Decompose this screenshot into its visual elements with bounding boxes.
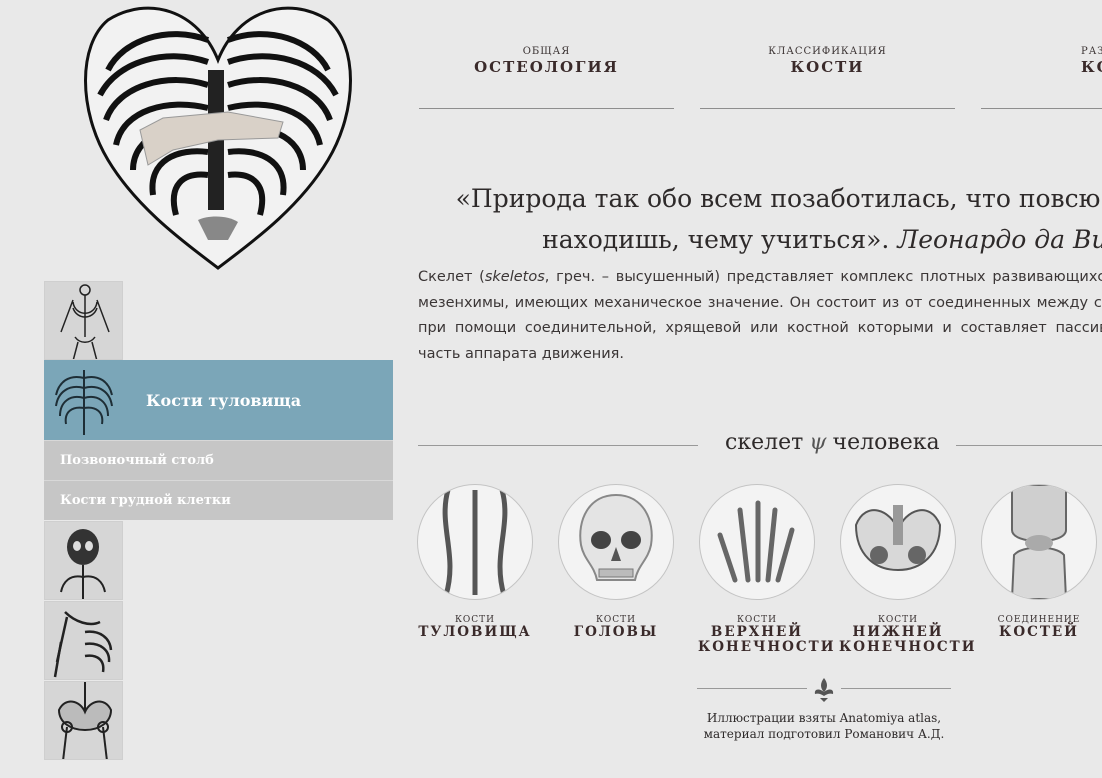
ribcage-icon (55, 370, 113, 435)
section-title: скелет ψ человека (725, 430, 940, 455)
credits-line-2: материал подготовил Романович А.Д. (703, 727, 945, 741)
nav-item-third[interactable]: РАЗ КО (981, 46, 1102, 76)
nav-item-kicker: ОБЩАЯ (522, 46, 571, 57)
divider-line (697, 688, 807, 689)
pelvis-front-icon (854, 505, 942, 572)
sidebar-subitem-label: Позвоночный столб (60, 453, 214, 468)
quote-author: Леонардо да Вин (897, 225, 1102, 254)
skull-icon (60, 529, 106, 599)
knee-joint-icon (1010, 485, 1068, 599)
section-title-left: скелет (725, 430, 804, 455)
nav-item-title: ОСТЕОЛОГИЯ (474, 58, 619, 76)
sidebar-item-label: Кости туловища (146, 390, 302, 410)
full-skeleton-icon (60, 284, 110, 359)
category-bone-joints[interactable]: СОЕДИНЕНИЕ КОСТЕЙ (980, 484, 1098, 640)
nav-underline (700, 108, 955, 109)
credits-line-1: Иллюстрации взяты Anatomiya atlas, (706, 711, 942, 725)
category-image-knee (981, 484, 1097, 600)
sidebar: Кости туловища Позвоночный столб Кости г… (44, 281, 393, 760)
quote-line-2: находишь, чему учиться». Леонардо да Вин (418, 219, 1102, 260)
intro-text-start: Скелет ( (418, 269, 485, 285)
nav-item-bone-classification[interactable]: КЛАССИФИКАЦИЯ КОСТИ (700, 46, 955, 76)
skull-front-icon (579, 493, 653, 581)
divider-line (956, 445, 1102, 446)
sidebar-thumb-upper-limb[interactable] (44, 601, 123, 680)
nav-item-kicker: КЛАССИФИКАЦИЯ (768, 46, 887, 57)
sidebar-thumb-pelvis[interactable] (44, 681, 123, 760)
category-title-2: КОНЕЧНОСТИ (698, 639, 836, 655)
nav-item-title: КО (1081, 58, 1102, 76)
quote: «Природа так обо всем позаботилась, что … (418, 178, 1102, 260)
pelvis-icon (57, 682, 113, 759)
category-trunk-bones[interactable]: КОСТИ ТУЛОВИЩА (416, 484, 534, 640)
intro-paragraph: Скелет (skeletos, греч. – высушенный) пр… (418, 265, 1102, 367)
intro-term: skeletos (484, 269, 545, 285)
hand-bones-icon (717, 500, 795, 583)
sidebar-subitem-chest-bones[interactable]: Кости грудной клетки (44, 480, 393, 520)
nav-item-title: КОСТИ (790, 58, 865, 76)
spine-icon (442, 489, 508, 596)
category-title: ГОЛОВЫ (573, 624, 659, 640)
top-nav: ОБЩАЯ ОСТЕОЛОГИЯ КЛАССИФИКАЦИЯ КОСТИ РАЗ… (419, 46, 1102, 110)
arm-bones-icon (53, 611, 113, 678)
category-title: НИЖНЕЙ (852, 624, 944, 640)
category-head-bones[interactable]: КОСТИ ГОЛОВЫ (557, 484, 675, 640)
category-image-pelvis (840, 484, 956, 600)
category-image-spine (417, 484, 533, 600)
fleur-de-lis-icon (814, 678, 834, 702)
sidebar-subitem-spine[interactable]: Позвоночный столб (44, 440, 393, 480)
psi-symbol: ψ (809, 430, 827, 455)
sidebar-thumb-skull[interactable] (44, 521, 123, 600)
quote-line-1: «Природа так обо всем позаботилась, что … (455, 184, 1101, 213)
category-image-skull (558, 484, 674, 600)
category-title-2: КОНЕЧНОСТИ (839, 639, 977, 655)
section-title-right: человека (832, 430, 940, 455)
credits: Иллюстрации взяты Anatomiya atlas, матер… (697, 710, 951, 742)
nav-underline (981, 108, 1102, 109)
category-title: ТУЛОВИЩА (418, 624, 532, 640)
sidebar-thumb-ribcage (44, 360, 124, 440)
category-title: ВЕРХНЕЙ (710, 624, 804, 640)
category-title: КОСТЕЙ (999, 624, 1079, 640)
category-lower-limb[interactable]: КОСТИ НИЖНЕЙ КОНЕЧНОСТИ (839, 484, 977, 655)
nav-item-osteology[interactable]: ОБЩАЯ ОСТЕОЛОГИЯ (419, 46, 674, 76)
sidebar-thumb-skeleton[interactable] (44, 281, 123, 360)
sidebar-subitem-label: Кости грудной клетки (60, 493, 231, 508)
ribcage-heart-logo (78, 0, 358, 272)
divider-line (841, 688, 951, 689)
nav-item-kicker: РАЗ (1081, 46, 1102, 57)
sidebar-item-trunk-bones[interactable]: Кости туловища (44, 360, 393, 440)
section-heading: скелет ψ человека (418, 430, 1102, 462)
category-upper-limb[interactable]: КОСТИ ВЕРХНЕЙ КОНЕЧНОСТИ (698, 484, 836, 655)
divider-line (418, 445, 698, 446)
nav-underline (419, 108, 674, 109)
category-image-hand (699, 484, 815, 600)
quote-text: находишь, чему учиться». (542, 225, 890, 254)
